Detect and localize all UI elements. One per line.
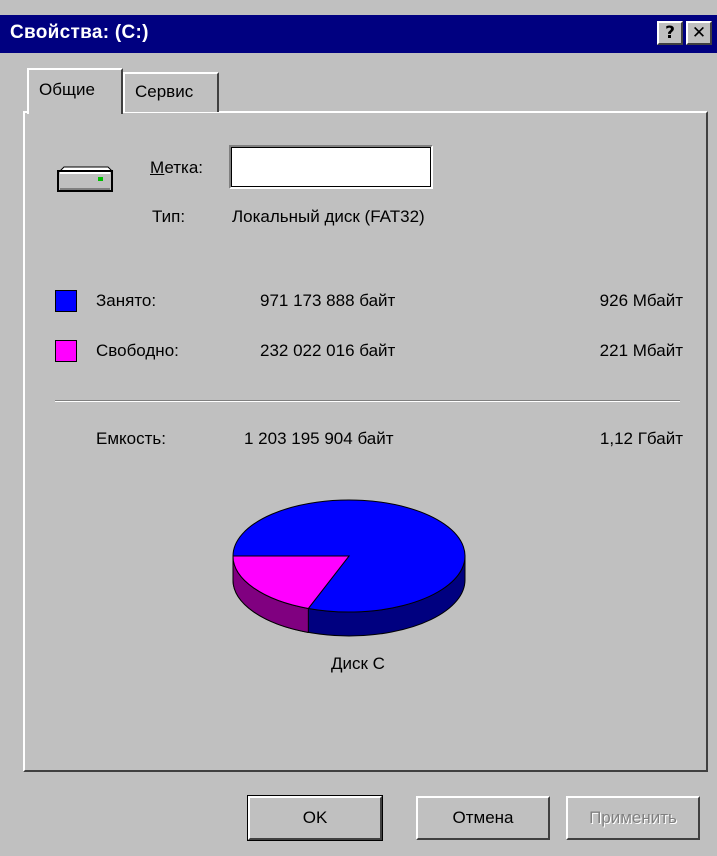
free-size: 221 Мбайт — [599, 341, 683, 360]
free-bytes: 232 022 016 байт — [260, 341, 396, 360]
help-button[interactable]: ? — [657, 21, 683, 45]
used-label: Занято: — [96, 291, 157, 310]
close-button[interactable]: ✕ — [686, 21, 712, 45]
type-value: Локальный диск (FAT32) — [232, 207, 425, 226]
capacity-label: Емкость: — [96, 429, 166, 448]
title-bar: Свойства: (C:) ? ✕ — [0, 15, 717, 53]
free-label: Свободно: — [96, 341, 179, 360]
label-input[interactable] — [229, 145, 433, 189]
capacity-bytes: 1 203 195 904 байт — [244, 429, 394, 448]
disk-usage-pie-chart — [232, 499, 466, 637]
tab-service[interactable]: Сервис — [123, 72, 219, 112]
free-color-swatch — [55, 340, 77, 362]
apply-button[interactable]: Применить — [566, 796, 700, 840]
type-label: Тип: — [152, 207, 186, 226]
disk-caption: Диск C — [331, 654, 385, 673]
tab-general-label: Общие — [39, 80, 95, 99]
divider — [55, 400, 680, 402]
used-size: 926 Мбайт — [599, 291, 683, 310]
capacity-size: 1,12 Гбайт — [599, 429, 683, 448]
label-field-caption: Метка: — [150, 158, 204, 177]
window-title: Свойства: (C:) — [10, 22, 149, 43]
tab-service-label: Сервис — [135, 82, 194, 101]
tab-general[interactable]: Общие — [27, 68, 123, 114]
used-bytes: 971 173 888 байт — [260, 291, 396, 310]
ok-button[interactable]: OK — [247, 795, 383, 841]
used-color-swatch — [55, 290, 77, 312]
properties-dialog: Свойства: (C:) ? ✕ Общие Сервис Метка: Т… — [0, 0, 717, 856]
hard-drive-icon — [57, 166, 114, 192]
cancel-button[interactable]: Отмена — [416, 796, 550, 840]
